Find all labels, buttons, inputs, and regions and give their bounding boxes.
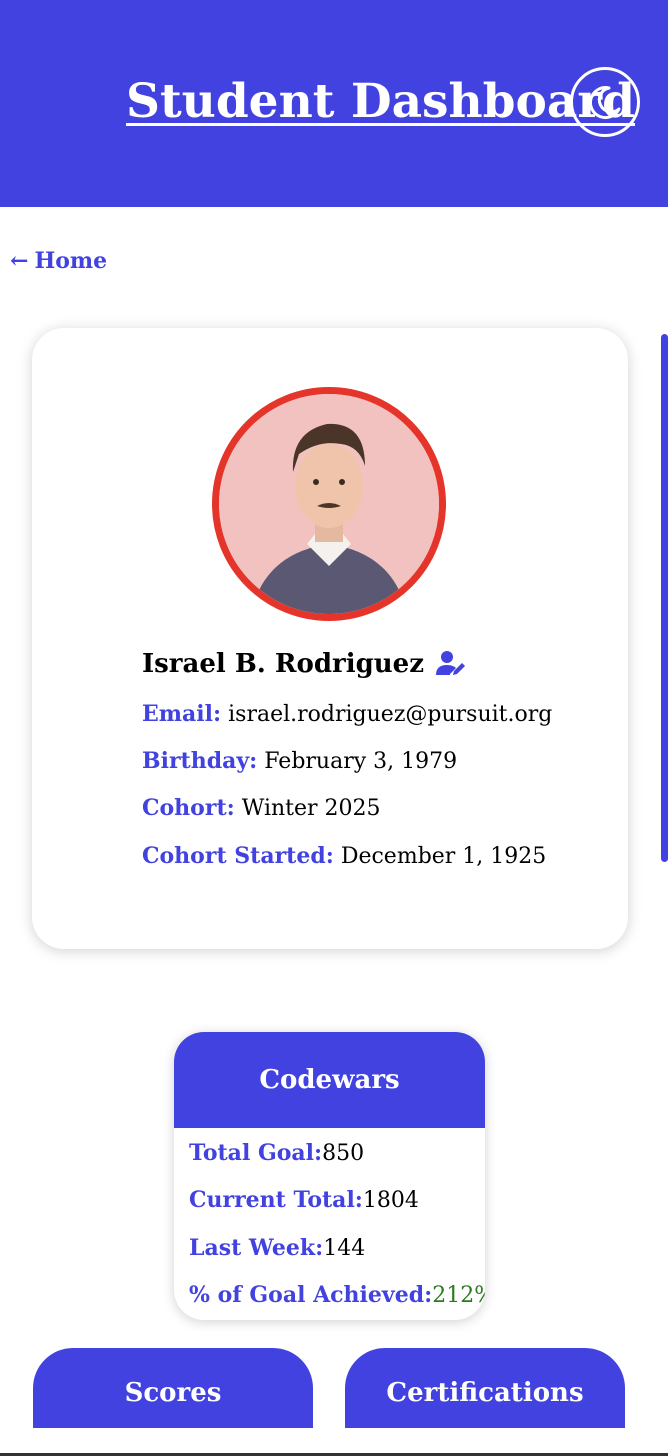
cohort-row: Cohort: Winter 2025: [142, 793, 381, 824]
current-total-label: Current Total:: [189, 1187, 363, 1213]
cohort-started-value: December 1, 1925: [340, 844, 547, 869]
profile-card: Israel B. Rodriguez Email: israel.rodrig…: [32, 328, 628, 949]
scrollbar-thumb[interactable]: [661, 334, 668, 862]
email-value: israel.rodriguez@pursuit.org: [228, 702, 553, 727]
home-link-label: Home: [34, 248, 108, 274]
last-week-label: Last Week:: [189, 1235, 324, 1261]
certifications-card[interactable]: Certifications: [345, 1348, 625, 1428]
last-week-row: Last Week:144: [189, 1233, 365, 1264]
scores-title: Scores: [124, 1378, 222, 1408]
back-arrow-icon: ←: [10, 248, 29, 274]
last-week-value: 144: [323, 1236, 366, 1261]
codewars-title: Codewars: [174, 1032, 485, 1128]
cohort-started-row: Cohort Started: December 1, 1925: [142, 841, 546, 872]
codewars-card: Codewars Total Goal:850 Current Total:18…: [174, 1032, 485, 1320]
student-name: Israel B. Rodriguez: [142, 649, 424, 679]
page-title: Student Dashboard: [126, 74, 635, 129]
avatar: [212, 387, 446, 621]
goal-percent-label: % of Goal Achieved:: [189, 1282, 433, 1308]
home-link[interactable]: ← Home: [10, 248, 107, 274]
app-header: Student Dashboard: [0, 0, 668, 207]
current-total-row: Current Total:1804: [189, 1185, 419, 1216]
goal-percent-value: 212%: [432, 1283, 485, 1308]
total-goal-label: Total Goal:: [189, 1140, 323, 1166]
certifications-title: Certifications: [386, 1378, 584, 1408]
theme-toggle-button[interactable]: [570, 67, 640, 137]
total-goal-row: Total Goal:850: [189, 1138, 364, 1169]
name-row: Israel B. Rodriguez: [142, 646, 472, 682]
email-row: Email: israel.rodriguez@pursuit.org: [142, 699, 552, 730]
birthday-label: Birthday:: [142, 748, 258, 774]
cohort-value: Winter 2025: [241, 796, 381, 821]
total-goal-value: 850: [322, 1141, 365, 1166]
moon-icon: [589, 86, 621, 120]
cohort-started-label: Cohort Started:: [142, 843, 334, 869]
scores-card[interactable]: Scores: [33, 1348, 313, 1428]
user-edit-icon[interactable]: [435, 649, 467, 677]
birthday-row: Birthday: February 3, 1979: [142, 746, 457, 777]
email-label: Email:: [142, 701, 222, 727]
current-total-value: 1804: [362, 1188, 419, 1213]
birthday-value: February 3, 1979: [264, 749, 458, 774]
cohort-label: Cohort:: [142, 795, 235, 821]
goal-percent-row: % of Goal Achieved:212%: [189, 1280, 485, 1311]
